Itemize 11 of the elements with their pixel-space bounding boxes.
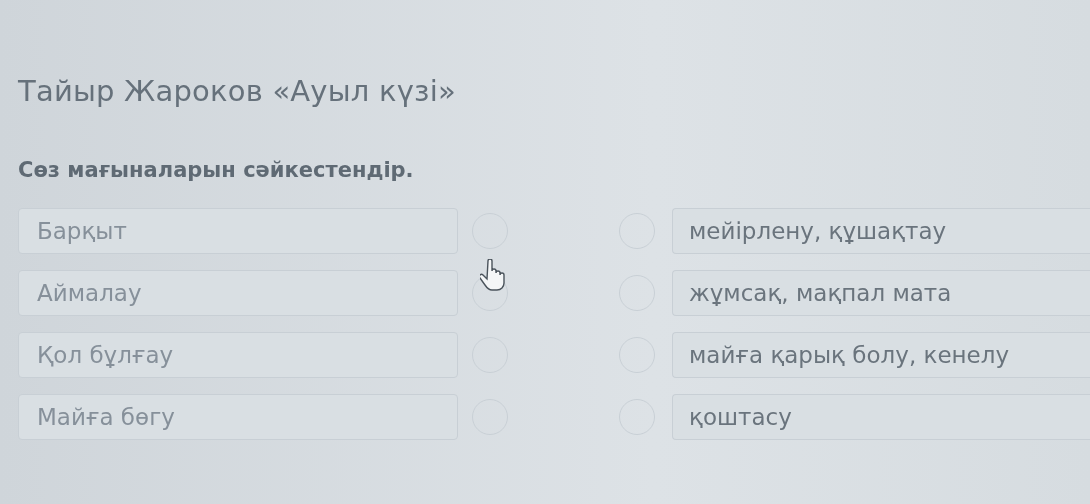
definition-item[interactable]: қоштасу [672,394,1090,440]
hand-cursor-icon [480,259,506,291]
term-item[interactable]: Барқыт [18,208,458,254]
instruction-text: Сөз мағыналарын сәйкестендір. [18,158,415,182]
definition-item[interactable]: мейірлену, құшақтау [672,208,1090,254]
term-item[interactable]: Майға бөгу [18,394,458,440]
definition-item[interactable]: жұмсақ, мақпал мата [672,270,1090,316]
term-item[interactable]: Аймалау [18,270,458,316]
definition-item[interactable]: майға қарық болу, кенелу [672,332,1090,378]
term-item[interactable]: Қол бұлғау [18,332,458,378]
quiz-title: Тайыр Жароков «Ауыл күзі» [18,74,457,108]
